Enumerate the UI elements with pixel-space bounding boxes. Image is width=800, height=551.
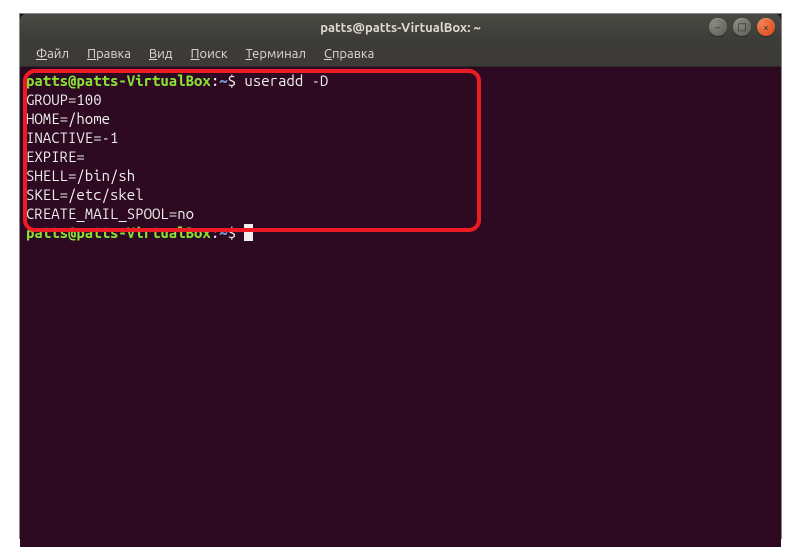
terminal-window: patts@patts-VirtualBox: ~ – □ × Файл Пра… (19, 13, 782, 539)
output-line: SHELL=/bin/sh (26, 167, 135, 184)
prompt-path: ~ (219, 72, 227, 89)
window-title: patts@patts-VirtualBox: ~ (320, 21, 481, 35)
prompt-dollar: $ (228, 224, 236, 241)
prompt-path: ~ (219, 224, 227, 241)
close-button[interactable]: × (757, 18, 775, 36)
close-icon: × (763, 22, 769, 33)
output-line: EXPIRE= (26, 148, 85, 165)
prompt-dollar: $ (228, 72, 236, 89)
menu-view[interactable]: Вид (141, 45, 181, 63)
prompt-colon: : (211, 224, 219, 241)
cursor-icon (244, 224, 253, 241)
window-controls: – □ × (709, 18, 775, 36)
minimize-icon: – (716, 22, 721, 33)
terminal-body[interactable]: patts@patts-VirtualBox:~$ useradd -D GRO… (20, 67, 781, 547)
output-line: CREATE_MAIL_SPOOL=no (26, 205, 194, 222)
output-line: INACTIVE=-1 (26, 129, 118, 146)
output-line: GROUP=100 (26, 91, 102, 108)
maximize-button[interactable]: □ (733, 18, 751, 36)
prompt-colon: : (211, 72, 219, 89)
menu-search[interactable]: Поиск (182, 45, 235, 63)
minimize-button[interactable]: – (709, 18, 727, 36)
output-line: HOME=/home (26, 110, 110, 127)
menu-help[interactable]: Справка (316, 45, 382, 63)
menubar: Файл Правка Вид Поиск Терминал Справка (20, 42, 781, 67)
menu-terminal[interactable]: Терминал (238, 45, 314, 63)
menu-edit[interactable]: Правка (79, 45, 139, 63)
output-line: SKEL=/etc/skel (26, 186, 144, 203)
maximize-icon: □ (737, 21, 746, 33)
prompt-user-host: patts@patts-VirtualBox (26, 224, 211, 241)
titlebar: patts@patts-VirtualBox: ~ – □ × (20, 14, 781, 42)
prompt-user-host: patts@patts-VirtualBox (26, 72, 211, 89)
menu-file[interactable]: Файл (28, 45, 77, 63)
command-text: useradd -D (236, 72, 328, 89)
